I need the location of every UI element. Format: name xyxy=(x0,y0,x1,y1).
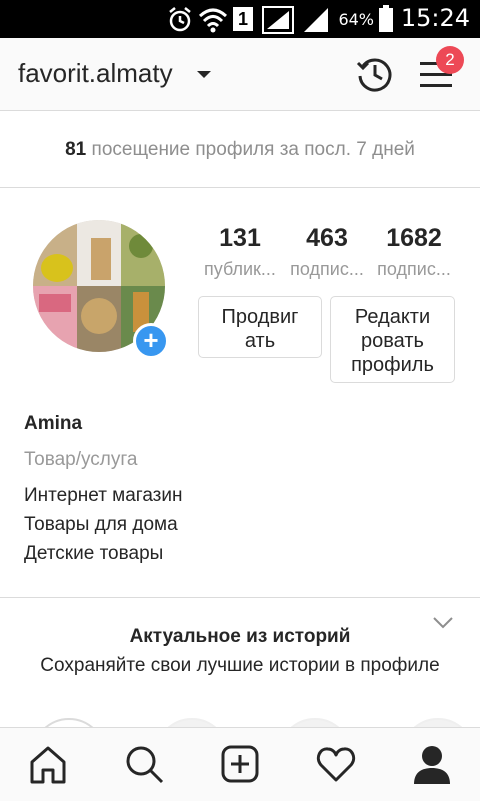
notification-badge: 2 xyxy=(436,46,464,74)
profile-name: Amina xyxy=(24,413,83,434)
search-icon[interactable] xyxy=(122,742,166,786)
wifi-icon xyxy=(198,8,228,33)
clock: 15:24 xyxy=(400,4,470,32)
edit-profile-button[interactable]: Редакти ровать профиль xyxy=(330,296,455,383)
visits-text: 81 посещение профиля за посл. 7 дней xyxy=(0,139,480,161)
promote-label-line2: ать xyxy=(244,330,276,352)
visits-label: посещение профиля за посл. 7 дней xyxy=(91,139,415,160)
profile-visits-banner[interactable]: 81 посещение профиля за посл. 7 дней xyxy=(0,110,480,188)
chevron-down-icon[interactable] xyxy=(432,616,454,630)
stat-value: 1682 xyxy=(386,224,442,252)
add-post-icon[interactable] xyxy=(218,742,262,786)
status-bar: 1 64% 15:24 xyxy=(0,0,480,38)
archive-history-icon[interactable] xyxy=(355,54,395,94)
heart-icon[interactable] xyxy=(314,742,358,786)
alarm-icon xyxy=(169,7,191,32)
stat-value: 463 xyxy=(306,224,348,252)
promote-label-line1: Продвиг xyxy=(221,306,299,328)
story-highlights: Актуальное из историй Сохраняйте свои лу… xyxy=(0,597,480,728)
highlights-title: Актуальное из историй xyxy=(129,626,351,647)
signal-icon xyxy=(262,6,294,34)
add-story-button[interactable]: + xyxy=(133,323,169,359)
stat-value: 131 xyxy=(219,224,261,252)
edit-label-line2: ровать xyxy=(361,330,424,352)
visits-count: 81 xyxy=(65,139,87,160)
stat-followers[interactable]: 463 подпис... xyxy=(282,224,372,280)
battery-icon xyxy=(379,5,393,32)
edit-label-line1: Редакти xyxy=(354,306,431,328)
stat-posts[interactable]: 131 публик... xyxy=(195,224,285,280)
promote-button[interactable]: Продвиг ать xyxy=(198,296,322,358)
bio-line: Товары для дома xyxy=(24,514,178,535)
battery-percent: 64% xyxy=(338,10,374,29)
highlights-subtitle: Сохраняйте свои лучшие истории в профиле xyxy=(40,655,440,676)
profile-icon[interactable] xyxy=(410,742,454,786)
bottom-tab-bar xyxy=(0,727,480,801)
stat-following[interactable]: 1682 подпис... xyxy=(369,224,459,280)
stat-label: подпис... xyxy=(290,259,364,279)
account-switcher[interactable]: favorit.almaty xyxy=(18,58,173,89)
bio-line: Детские товары xyxy=(24,543,164,564)
stat-label: подпис... xyxy=(377,259,451,279)
signal-icon-2 xyxy=(304,8,328,32)
edit-label-line3: профиль xyxy=(351,354,434,376)
bio-line: Интернет магазин xyxy=(24,485,183,506)
sim-slot-icon: 1 xyxy=(233,7,253,31)
home-icon[interactable] xyxy=(26,742,70,786)
stat-label: публик... xyxy=(204,259,276,279)
chevron-down-icon[interactable] xyxy=(197,71,211,78)
profile-category: Товар/услуга xyxy=(24,449,138,470)
profile-header: favorit.almaty 2 xyxy=(0,38,480,111)
